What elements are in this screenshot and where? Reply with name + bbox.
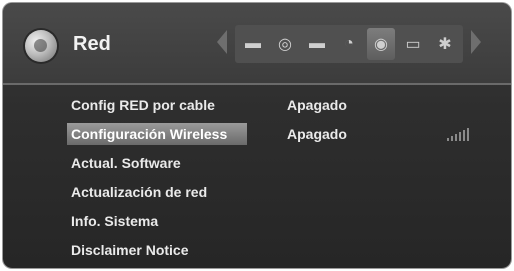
menu-item-label: Actual. Software <box>71 155 181 171</box>
tab-bar: ▬ ◎ ▬ ◔ ◉ ▭ ✱ <box>235 25 463 63</box>
lock-icon: ▭ <box>405 36 421 53</box>
menu-header: Red ▬ ◎ ▬ ◔ ◉ ▭ ✱ <box>3 3 511 85</box>
network-globe-icon <box>25 30 57 62</box>
menu-item-value: Apagado <box>287 97 347 113</box>
picture-icon: ▬ <box>309 35 325 52</box>
gear-icon: ✱ <box>438 36 452 53</box>
menu-item-software-update[interactable]: Actual. Software <box>67 152 487 174</box>
tab-audio[interactable]: ◔ <box>335 28 363 60</box>
tab-picture[interactable]: ▬ <box>303 28 331 60</box>
menu-item-label: Info. Sistema <box>71 213 159 229</box>
menu-item-network-update[interactable]: Actualización de red <box>67 181 487 203</box>
menu-item-label: Config RED por cable <box>71 97 215 113</box>
tv-icon: ▬ <box>245 35 261 52</box>
network-globe-icon: ◉ <box>374 36 388 53</box>
tab-right-arrow-icon[interactable] <box>471 30 481 54</box>
tab-settings[interactable]: ✱ <box>431 28 459 60</box>
category-tabs: ▬ ◎ ▬ ◔ ◉ ▭ ✱ <box>217 25 481 67</box>
menu-item-label: Configuración Wireless <box>67 123 247 145</box>
menu-item-label: Actualización de red <box>71 184 208 200</box>
audio-settings-icon: ◔ <box>344 35 354 52</box>
tab-disc[interactable]: ◎ <box>271 28 299 60</box>
signal-strength-icon <box>447 127 469 141</box>
tab-network[interactable]: ◉ <box>367 28 395 60</box>
disc-icon: ◎ <box>278 36 292 53</box>
menu-item-wired-network[interactable]: Config RED por cable Apagado <box>67 94 487 116</box>
tab-left-arrow-icon[interactable] <box>217 30 227 54</box>
page-title: Red <box>73 33 111 55</box>
menu-item-wireless-config[interactable]: Configuración Wireless Apagado <box>67 123 487 145</box>
tab-tv[interactable]: ▬ <box>239 28 267 60</box>
tab-lock[interactable]: ▭ <box>399 28 427 60</box>
menu-item-value: Apagado <box>287 126 347 142</box>
menu-item-label: Disclaimer Notice <box>71 242 189 258</box>
tv-screen: Red ▬ ◎ ▬ ◔ ◉ ▭ ✱ Config RED por cable A… <box>3 3 511 268</box>
menu-item-disclaimer[interactable]: Disclaimer Notice <box>67 239 487 261</box>
menu-item-system-info[interactable]: Info. Sistema <box>67 210 487 232</box>
